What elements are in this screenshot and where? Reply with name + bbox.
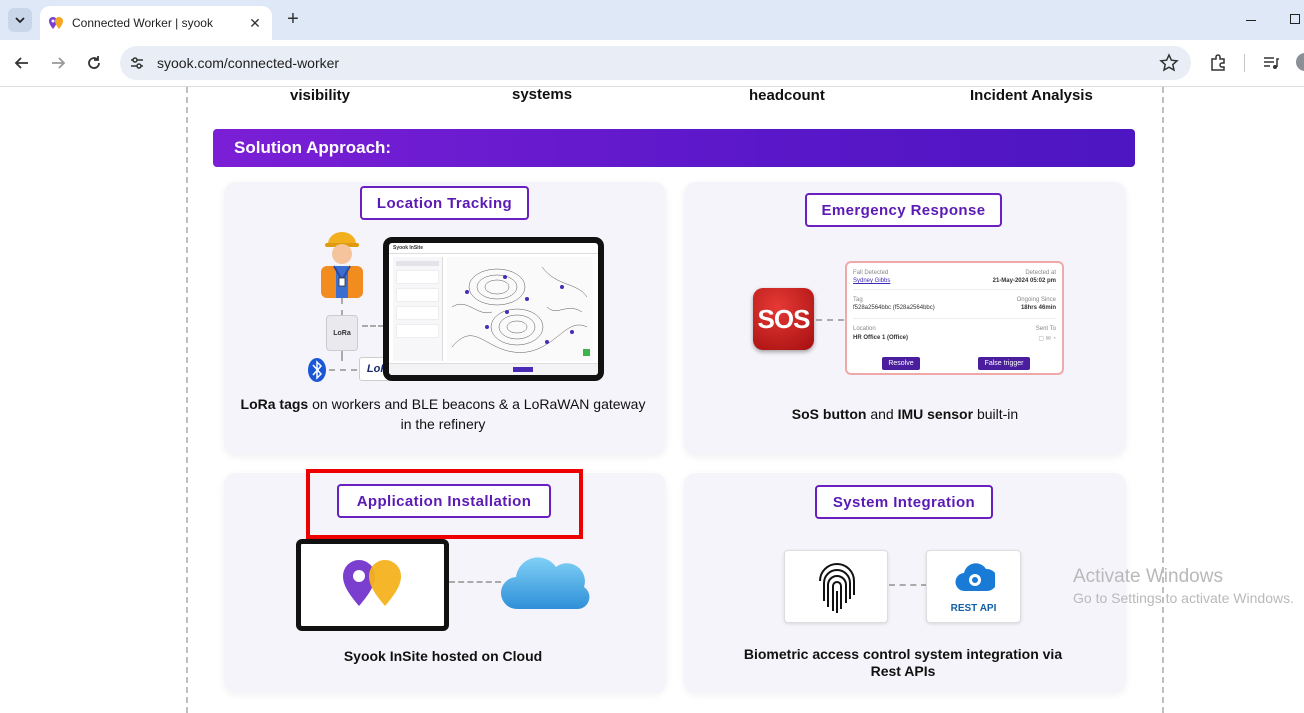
rest-api-box: REST API (926, 550, 1021, 623)
emergency-caption: SoS button and IMU sensor built-in (700, 404, 1110, 424)
connector-line (362, 325, 384, 327)
contour-map (447, 257, 593, 361)
connector-line (341, 298, 343, 316)
person-name: Sydney Gibbs (853, 278, 891, 284)
system-integration-pill: System Integration (815, 485, 993, 519)
page-content: visibility systems headcount Incident An… (0, 87, 1304, 713)
browser-tab[interactable]: Connected Worker | syook ✕ (40, 6, 272, 40)
reload-button[interactable] (81, 50, 107, 76)
forward-button[interactable] (45, 50, 71, 76)
back-button[interactable] (9, 50, 35, 76)
new-tab-button[interactable]: + (282, 8, 304, 32)
lora-tag-device: LoRa (326, 315, 358, 351)
tablet-sidebar (393, 257, 443, 361)
back-arrow-icon (14, 57, 28, 69)
resolve-button: Resolve (882, 357, 920, 370)
feature-label-headcount: headcount (749, 87, 825, 104)
caption-text: built-in (973, 406, 1019, 422)
solution-approach-banner: Solution Approach: (213, 129, 1135, 167)
false-trigger-button: False trigger (978, 357, 1030, 370)
reload-icon (88, 56, 100, 69)
feature-label-visibility: visibility (290, 87, 351, 104)
tab-strip: Connected Worker | syook ✕ + (0, 0, 1304, 40)
feature-label-systems: systems (512, 87, 573, 103)
browser-toolbar: syook.com/connected-worker (0, 40, 1304, 87)
worker-illustration (321, 232, 363, 298)
location-tracking-caption: LoRa tags on workers and BLE beacons & a… (236, 394, 650, 434)
feature-label-incident-analysis: Incident Analysis (970, 87, 1093, 104)
fingerprint-icon (819, 563, 855, 613)
chevron-down-icon (15, 17, 25, 24)
tab-close-icon[interactable]: ✕ (246, 14, 264, 32)
tab-title: Connected Worker | syook (72, 16, 213, 30)
tag-value: f528a2564bbc (f528a2564bbc) (853, 305, 935, 311)
fall-label: Fall Detected (853, 270, 889, 276)
ongoing-value: 18hrs 46min (1020, 305, 1056, 311)
window-restore-button[interactable] (1290, 14, 1300, 24)
integration-caption: Biometric access control system integrat… (700, 646, 1106, 680)
tablet-footer (389, 363, 598, 375)
media-playlist-icon (1264, 57, 1279, 69)
notification-icons: ▢ ✉ ◔ (1038, 336, 1056, 342)
caption-bold: Cloud (502, 648, 543, 664)
caption-line: Rest APIs (870, 663, 936, 679)
cloud-gear-icon (955, 563, 995, 592)
dashed-border-left (186, 87, 188, 713)
bluetooth-icon (308, 358, 326, 382)
activate-windows-subtitle: Go to Settings to activate Windows. (1073, 590, 1294, 606)
window-minimize-button[interactable] (1244, 10, 1260, 30)
url-text: syook.com/connected-worker (157, 55, 340, 71)
highlight-box (306, 469, 583, 539)
sos-button: SOS (753, 288, 814, 350)
caption-bold: IMU sensor (897, 406, 974, 422)
toolbar-separator (1244, 54, 1245, 72)
location-value: HR Office 1 (Office) (853, 335, 909, 341)
connector-line (341, 351, 343, 361)
connector-line (816, 319, 844, 321)
caption-bold: LoRa tags (240, 396, 309, 412)
site-info-icon[interactable] (128, 54, 146, 72)
tag-label: Tag (853, 297, 863, 303)
forward-arrow-icon (52, 57, 66, 69)
tab-search-button[interactable] (8, 8, 32, 32)
extensions-button[interactable] (1207, 52, 1229, 74)
caption-text: Syook InSite hosted on (343, 648, 503, 664)
connector-line (889, 584, 927, 586)
tablet-brand: Syook InSite (393, 245, 424, 251)
location-tracking-pill: Location Tracking (360, 186, 529, 220)
rest-api-label: REST API (950, 603, 997, 614)
media-controls-button[interactable] (1260, 52, 1282, 74)
application-caption: Syook InSite hosted on Cloud (236, 646, 650, 666)
caption-text: on workers and BLE beacons & a LoRaWAN g… (308, 396, 646, 432)
caption-text: and (866, 406, 898, 422)
connector-line (329, 369, 357, 371)
location-label: Location (853, 326, 876, 332)
syook-logo-icon (343, 560, 401, 606)
ongoing-label: Ongoing Since (1016, 297, 1056, 303)
activate-windows-title: Activate Windows (1073, 566, 1223, 587)
tablet-dashboard: Syook InSite (383, 237, 604, 381)
syook-favicon-icon (49, 17, 63, 29)
caption-bold: SoS button (791, 406, 867, 422)
sent-label: Sent To (1035, 326, 1056, 332)
dashed-border-right (1162, 87, 1164, 713)
address-bar[interactable]: syook.com/connected-worker (120, 46, 1191, 80)
fall-detected-panel: Fall Detected Detected at Sydney Gibbs 21-… (845, 261, 1064, 375)
puzzle-icon (1211, 54, 1225, 71)
connector-line (449, 581, 501, 583)
fingerprint-box (784, 550, 888, 623)
syook-app-frame (296, 539, 449, 631)
detected-label: Detected at (1025, 270, 1056, 276)
detected-at: 21-May-2024 05:02 pm (992, 278, 1056, 284)
cloud-icon (500, 557, 590, 610)
tablet-screen: Syook InSite (389, 243, 598, 375)
emergency-response-pill: Emergency Response (805, 193, 1002, 227)
banner-title: Solution Approach: (234, 138, 392, 157)
caption-line: Biometric access control system integrat… (743, 646, 1063, 662)
bookmark-star-icon[interactable] (1159, 53, 1179, 73)
